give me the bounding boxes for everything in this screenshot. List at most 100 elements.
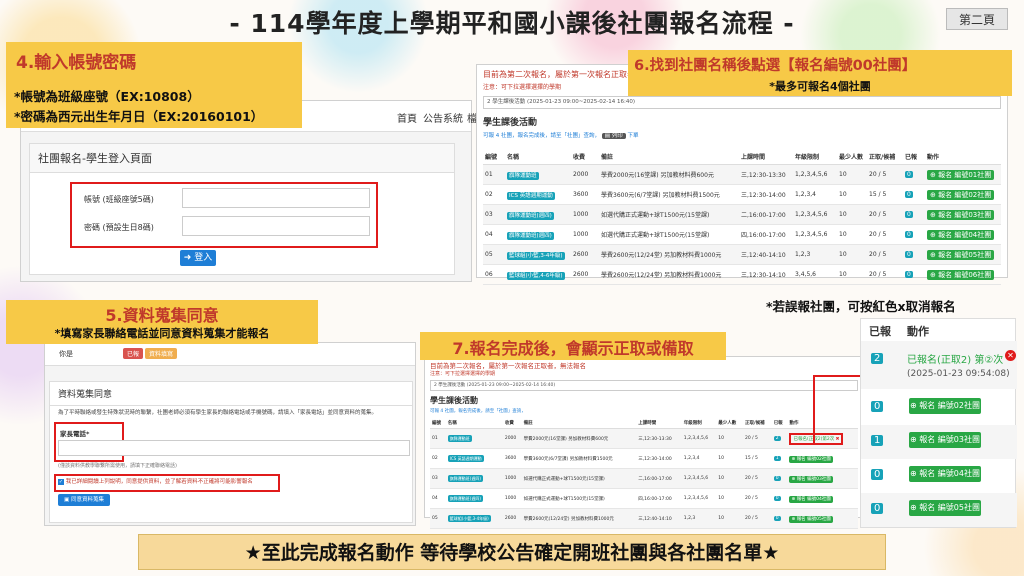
register-club-04-button[interactable]: ⊕ 報名 編號04社團 — [909, 466, 981, 482]
club-name-link[interactable]: 旗隊運動班(週四) — [507, 231, 554, 240]
phone-input[interactable] — [58, 440, 410, 456]
checkbox-icon[interactable]: ✓ — [58, 479, 64, 485]
registered-date: (2025-01-23 09:54:08) — [907, 369, 1010, 379]
cell-note: 如選代購正式運動+球T1500元(15堂課) — [599, 224, 739, 245]
registered-badge: 0 — [905, 171, 913, 178]
col-time: 上課時間 — [636, 418, 682, 429]
step4-callout: 4.輸入帳號密碼 *帳號為班級座號（EX:10808） *密碼為西元出生年月日（… — [6, 42, 302, 128]
cell-registered: 0 — [771, 468, 788, 489]
registered-badge: 0 — [773, 516, 781, 521]
cell-quota: 20 / 5 — [867, 264, 903, 285]
section-title: 學生課後活動 — [483, 118, 538, 128]
cell-note: 學費2000元(16堂課) 另加教材料費600元 — [521, 428, 637, 449]
register-button[interactable]: ⊕ 報名 編號03社團 — [927, 209, 995, 220]
club-name-link[interactable]: ICS 英語週期運動 — [447, 454, 484, 462]
cancel-x-icon[interactable]: ✕ — [1005, 350, 1016, 361]
club-name-link[interactable]: 旗隊運動班 — [447, 434, 472, 442]
agree-button[interactable]: ▣ 同意資料蒐集 — [58, 494, 110, 506]
account-input[interactable] — [182, 188, 370, 208]
cell-time: 三,12:30-14:00 — [636, 448, 682, 469]
club-name-link[interactable]: 籃球組(小籃,3-4年級) — [447, 514, 491, 522]
cell-fee: 2600 — [571, 264, 599, 285]
nav-home-link[interactable]: 首頁 — [397, 110, 417, 125]
table-row: 01 旗隊運動班 2000 學費2000元(16堂課) 另加教材料費600元 三… — [483, 164, 1001, 185]
table-row: 01 旗隊運動班 2000 學費2000元(16堂課) 另加教材料費600元 三… — [430, 428, 858, 449]
result-semester-select[interactable]: 2 學生課後活動 (2025-01-23 09:00~2025-02-14 16… — [430, 380, 858, 391]
cell-fee: 2600 — [502, 508, 522, 529]
login-card-title: 社團報名-學生登入頁面 — [30, 144, 454, 173]
register-button[interactable]: ⊕ 報名 編號05社團 — [789, 515, 833, 523]
register-club-05-button[interactable]: ⊕ 報名 編號05社團 — [909, 500, 981, 516]
registered-badge: 0 — [905, 191, 913, 198]
cell-registered: 0 — [771, 488, 788, 509]
cell-grades: 1,2,3,4,5,6 — [793, 224, 837, 245]
table-row: 02 ICS 英語週期運動 3600 學費3600元(6/7堂課) 另加教材料費… — [430, 448, 858, 469]
cell-quota: 20 / 5 — [742, 468, 772, 489]
cell-quota: 20 / 5 — [867, 204, 903, 225]
login-button[interactable]: ➜ 登入 — [180, 250, 216, 266]
registered-status-text: 已報名(正取2) 第②次 — [907, 355, 1004, 366]
registered-badge: 2 — [773, 436, 781, 441]
registered-count-badge: 0 — [871, 401, 884, 412]
cell-time: 二,16:00-17:00 — [739, 204, 793, 225]
password-input[interactable] — [182, 216, 370, 236]
register-button[interactable]: ⊕ 報名 編號03社團 — [789, 475, 833, 483]
col-no: 編號 — [430, 418, 446, 429]
register-club-03-button[interactable]: ⊕ 報名 編號03社團 — [909, 432, 981, 448]
col-min: 最少人數 — [716, 418, 743, 429]
cell-min: 10 — [837, 184, 867, 205]
register-button[interactable]: ⊕ 報名 編號04社團 — [927, 229, 995, 240]
registered-badge: 0 — [905, 211, 913, 218]
register-button[interactable]: ⊕ 報名 編號04社團 — [789, 495, 833, 503]
table-row: 04 旗隊運動班(週四) 1000 如選代購正式運動+球T1500元(15堂課)… — [430, 488, 858, 509]
page-title: - 114學年度上學期平和國小課後社團報名流程 - — [229, 9, 795, 38]
zoom-col-action: 動作 — [907, 325, 929, 338]
cell-no: 04 — [483, 224, 505, 245]
register-button[interactable]: ⊕ 報名 編號05社團 — [927, 249, 995, 260]
cell-no: 02 — [483, 184, 505, 205]
cell-fee: 2000 — [571, 164, 599, 185]
cell-quota: 20 / 5 — [742, 488, 772, 509]
cell-time: 三,12:30-14:10 — [739, 264, 793, 285]
club-name-link[interactable]: 籃球組(小籃,3-4年級) — [507, 251, 565, 260]
cell-note: 如選代購正式運動+球T1500元(15堂課) — [599, 204, 739, 225]
club-name-link[interactable]: 旗隊運動班 — [507, 171, 539, 180]
club-list-screenshot: 目前為第二次報名，屬於第一次報名正取者... 注意：可下拉選擇選擇的學期 2 學… — [476, 64, 1008, 285]
cell-quota: 20 / 5 — [742, 428, 772, 449]
save-icon: ▣ — [64, 497, 70, 503]
step4-heading: 4.輸入帳號密碼 — [16, 53, 137, 73]
cell-no: 06 — [483, 264, 505, 285]
register-button[interactable]: ⊕ 報名 編號06社團 — [927, 269, 995, 280]
cell-name: 旗隊運動班(週四) — [445, 488, 503, 509]
cell-action: ⊕ 報名 編號03社團 — [925, 204, 1001, 225]
register-button[interactable]: ⊕ 報名 編號01社團 — [927, 169, 995, 180]
print-button[interactable]: ▤ 列印 — [601, 133, 626, 139]
cell-time: 四,16:00-17:00 — [739, 224, 793, 245]
cell-time: 三,12:40-14:10 — [739, 244, 793, 265]
register-club-02-button[interactable]: ⊕ 報名 編號02社團 — [909, 398, 981, 414]
club-name-link[interactable]: 旗隊運動班(週四) — [507, 211, 554, 220]
semester-select[interactable]: 2 學生課後活動 (2025-01-23 09:00~2025-02-14 16… — [483, 96, 1001, 109]
club-name-link[interactable]: ICS 英語週期運動 — [507, 191, 555, 200]
register-button[interactable]: ⊕ 報名 編號02社團 — [927, 189, 995, 200]
registered-badge: 0 — [905, 231, 913, 238]
register-button[interactable]: ⊕ 報名 編號02社團 — [789, 455, 833, 463]
club-name-link[interactable]: 旗隊運動班(週四) — [447, 494, 483, 502]
account-label: 帳號 (班級座號5碼) — [84, 195, 154, 204]
club-name-link[interactable]: 籃球組(小籃,4-6年級) — [507, 271, 565, 280]
table-row: 03 旗隊運動班(週四) 1000 如選代購正式運動+球T1500元(15堂課)… — [430, 468, 858, 489]
cell-note: 學費3600元(6/7堂課) 另加教材料費1500元 — [599, 184, 739, 205]
cell-name: 旗隊運動班(週四) — [505, 204, 571, 225]
cell-quota: 20 / 5 — [867, 244, 903, 265]
nav-announcement-link[interactable]: 公告系統 — [423, 110, 463, 125]
zoom-header: 已報 動作 — [861, 319, 1015, 342]
cell-min: 10 — [837, 204, 867, 225]
col-quota: 正取/候補 — [742, 418, 772, 429]
club-name-link[interactable]: 旗隊運動班(週四) — [447, 474, 483, 482]
step5-heading: 5.資料蒐集同意 — [105, 306, 219, 325]
cell-name: ICS 英語週期運動 — [445, 448, 503, 469]
page-number-badge: 第二頁 — [946, 8, 1008, 30]
cell-min: 10 — [837, 224, 867, 245]
consent-checkbox-row[interactable]: ✓ 我已詳細閱讀上列說明，同意提供資料，並了解若資料不正確將可能影響報名 — [58, 477, 253, 485]
cell-registered: 1 — [771, 448, 788, 469]
